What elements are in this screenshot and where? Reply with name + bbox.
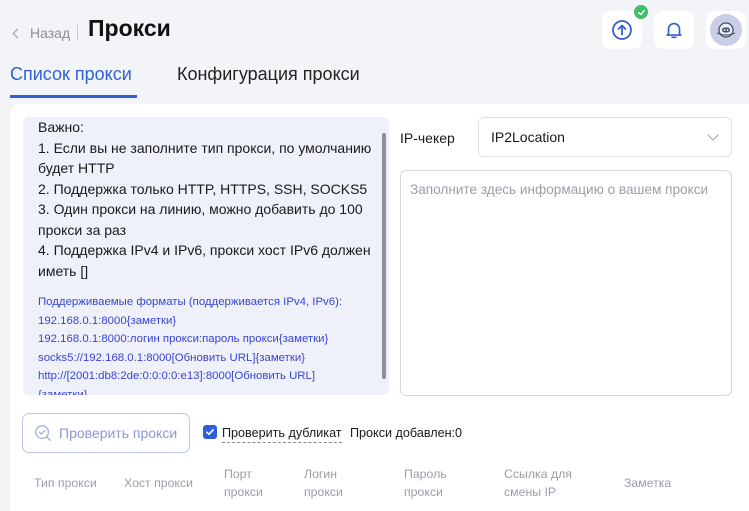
sync-upload-icon (612, 20, 632, 40)
tab-bar: Список прокси Конфигурация прокси (10, 64, 400, 98)
col-proxy-port: Порт прокси (224, 467, 263, 499)
avatar (710, 14, 742, 46)
format-example: socks5://192.168.0.1:8000[Обновить URL]{… (38, 351, 305, 364)
proxy-input[interactable]: Заполните здесь информацию о вашем прокс… (400, 170, 732, 396)
avatar-button[interactable] (706, 11, 746, 49)
astronaut-avatar-icon (716, 22, 736, 38)
col-proxy-type: Тип прокси (34, 476, 97, 490)
col-proxy-password: Пароль прокси (404, 467, 447, 499)
ip-checker-label: IP-чекер (400, 130, 455, 146)
col-change-ip-link: Ссылка для смены IP (504, 467, 572, 499)
magnifier-check-icon (35, 425, 51, 441)
proxy-added-status: Прокси добавлен:0 (350, 426, 462, 440)
added-count: 0 (455, 426, 463, 440)
format-example: {заметки} (38, 388, 88, 396)
rule-3: 3. Один прокси на линию, можно добавить … (38, 201, 363, 238)
tab-proxy-config[interactable]: Конфигурация прокси (177, 64, 360, 98)
ip-checker-value: IP2Location (491, 129, 565, 145)
format-example: http://[2001:db8:2de:0:0:0:0:e13]:8000[О… (38, 370, 316, 382)
page-title: Прокси (88, 15, 171, 41)
check-proxy-label: Проверить прокси (59, 425, 178, 441)
format-example: 192.168.0.1:8000{заметки} (38, 314, 177, 327)
sync-button[interactable] (602, 5, 648, 49)
back-link[interactable]: Назад (12, 25, 79, 41)
added-label: Прокси добавлен: (350, 426, 456, 440)
success-badge (634, 5, 648, 19)
check-icon (637, 9, 645, 15)
header-divider (77, 25, 79, 41)
rule-4: 4. Поддержка IPv4 и IPv6, прокси хост IP… (38, 242, 371, 279)
dup-check-checkbox[interactable] (203, 425, 217, 439)
checkmark-icon (206, 429, 214, 436)
main-panel: Важно: 1. Если вы не заполните тип прокс… (10, 104, 749, 511)
rule-2: 2. Поддержка только HTTP, HTTPS, SSH, SO… (38, 180, 368, 197)
ip-checker-select[interactable]: IP2Location (478, 117, 732, 157)
tab-proxy-list[interactable]: Список прокси (10, 64, 137, 98)
formats-heading: Поддерживаемые форматы (поддерживается I… (38, 296, 343, 308)
back-label: Назад (30, 25, 71, 41)
col-proxy-login: Логин прокси (304, 467, 343, 499)
format-example: 192.168.0.1:8000:логин прокси:пароль про… (38, 333, 329, 345)
bell-icon (666, 22, 682, 39)
chevron-left-icon (12, 28, 23, 38)
rule-1: 1. Если вы не заполните тип прокси, по у… (38, 139, 372, 177)
chevron-down-icon (707, 129, 719, 141)
check-proxy-button[interactable]: Проверить прокси (22, 413, 190, 453)
info-box: Важно: 1. Если вы не заполните тип прокс… (23, 117, 389, 395)
formats-list: Поддерживаемые форматы (поддерживается I… (38, 293, 375, 395)
col-note: Заметка (624, 476, 672, 490)
col-proxy-host: Хост прокси (124, 476, 193, 490)
scrollbar-thumb[interactable] (382, 133, 386, 379)
important-heading: Важно: (38, 119, 84, 135)
dup-check-label[interactable]: Проверить дубликат (222, 426, 342, 443)
notifications-button[interactable] (654, 11, 694, 49)
